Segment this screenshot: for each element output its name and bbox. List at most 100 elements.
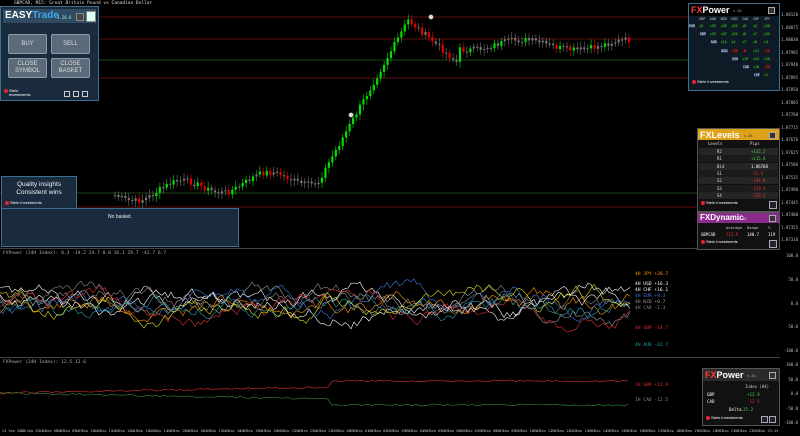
price-tick: 1.87580 <box>781 162 798 167</box>
minimize-icon[interactable] <box>769 215 776 222</box>
candle <box>448 52 451 59</box>
fxpower-panel: FXPower v.20 GBP AUD NZD USD CAD CHF JPY EUR +9 +… <box>688 3 780 91</box>
candle <box>438 43 441 45</box>
fxlevels-title: FXLevels <box>700 130 740 140</box>
candle <box>141 200 144 203</box>
indicator2-label-gbp: 1H GBP +12.9 <box>635 383 669 388</box>
buy-button[interactable]: BUY <box>8 34 47 54</box>
settings-icon[interactable] <box>86 11 96 22</box>
strength-cell: +1 <box>763 73 768 78</box>
level-row: R1 +115.8 <box>699 155 778 163</box>
dynamic-range: 140.7 <box>747 232 760 237</box>
indicator-tick: 50.0 <box>788 376 798 382</box>
candle <box>610 43 613 46</box>
candle <box>224 190 227 192</box>
fxlevels-version: v.38 <box>744 134 753 138</box>
expand-icon[interactable] <box>769 416 776 423</box>
expand-icon[interactable] <box>761 416 768 423</box>
range-header: Range <box>747 225 759 230</box>
candle <box>514 37 517 41</box>
fxlevels-header: FXLevels v.38 <box>698 129 779 140</box>
candle <box>479 47 482 50</box>
candle <box>355 114 358 118</box>
currency-header: NZD <box>720 17 727 21</box>
time-tick: 25 Sep 23:45 <box>752 429 779 433</box>
candle <box>296 178 299 181</box>
strength-cell: +22 <box>753 56 760 61</box>
strength-cell: +7 <box>742 40 747 45</box>
expand-icon[interactable] <box>769 201 777 209</box>
candle <box>200 182 203 187</box>
candle <box>293 178 296 181</box>
minimize-icon[interactable] <box>769 372 776 379</box>
candle <box>603 43 606 47</box>
strength-cell: +9 <box>742 24 747 28</box>
candle <box>410 19 413 25</box>
candle <box>527 38 531 41</box>
candle <box>182 178 186 181</box>
price-tick: 1.87535 <box>781 174 798 180</box>
close-basket-button[interactable]: CLOSE BASKET <box>51 58 90 78</box>
dynamic-avg: 115.9 <box>726 232 739 237</box>
candle <box>338 146 341 150</box>
minimize-icon[interactable] <box>768 7 775 14</box>
candle <box>593 45 596 49</box>
candle <box>417 27 420 29</box>
fxlevels-panel: FXLevels v.38 Levels Pips R2 +142.2 R1 +115… <box>697 128 780 212</box>
candle <box>400 31 403 38</box>
indicator-tick: 0.0 <box>790 300 798 306</box>
price-tick: 1.88075 <box>781 24 798 30</box>
easytrade-panel: EASYTrade 1.26.6 BUY SELL CLOSE SYMBOL C… <box>0 6 99 101</box>
price-tick: 1.87310 <box>781 237 798 242</box>
candle <box>486 47 489 49</box>
candle <box>545 40 548 44</box>
candle <box>269 170 272 175</box>
expand-icon[interactable] <box>769 240 777 248</box>
fxpower-small-panel: FXPower v.20 Index (H4) GBP +12.9 CAD -1… <box>702 368 780 426</box>
candle <box>262 171 265 176</box>
candle <box>300 180 303 184</box>
indicator2-chart[interactable] <box>0 358 780 428</box>
indicator1-axis: 100.0 50.0 0.0 -50.0 -100.0 <box>780 249 800 356</box>
stein-logo: Stein Investments <box>701 201 738 205</box>
currency-strength-label: 4H JPY +28.7 <box>635 272 669 277</box>
level-pips: -129.4 <box>751 185 766 191</box>
candle <box>420 27 424 35</box>
candle <box>255 174 258 177</box>
info-icon[interactable] <box>64 91 70 97</box>
sell-button[interactable]: SELL <box>51 34 90 54</box>
indicator2-label-cad: 1H CAD -12.5 <box>635 398 669 403</box>
indicator-tick: 100.0 <box>785 362 798 367</box>
price-tick: 1.87355 <box>781 224 798 230</box>
candle <box>541 40 544 43</box>
price-tick: 1.87400 <box>781 212 798 217</box>
stein-logo: Stein Investments <box>701 240 738 244</box>
delta-label: Delta <box>729 407 742 412</box>
strength-cell: +23 <box>709 32 716 37</box>
candle <box>386 58 389 65</box>
candle <box>207 187 210 191</box>
candle <box>117 194 120 198</box>
candle <box>251 176 255 182</box>
currency-row-label: AUD <box>710 40 717 45</box>
easytrade-logo: EASYTrade <box>5 10 59 21</box>
lock-icon[interactable] <box>73 91 79 97</box>
candle <box>231 189 234 195</box>
gear-icon[interactable] <box>82 91 88 97</box>
minimize-icon[interactable] <box>769 132 776 139</box>
candle <box>507 38 510 40</box>
candle <box>489 47 493 49</box>
currency-header: GBP <box>699 17 706 21</box>
close-symbol-button[interactable]: CLOSE SYMBOL <box>8 58 47 78</box>
candle <box>596 46 600 49</box>
candle <box>324 167 327 178</box>
basket-text: No basket. <box>108 214 132 220</box>
candle <box>531 38 534 41</box>
minimize-icon[interactable] <box>76 13 84 21</box>
currency-strength-label: 4H AUD -42.7 <box>635 343 669 348</box>
candle <box>472 46 475 49</box>
price-tick: 1.87490 <box>781 187 798 192</box>
candle <box>265 170 268 176</box>
indicator-tick: 100.0 <box>785 253 798 258</box>
candle <box>327 162 330 168</box>
